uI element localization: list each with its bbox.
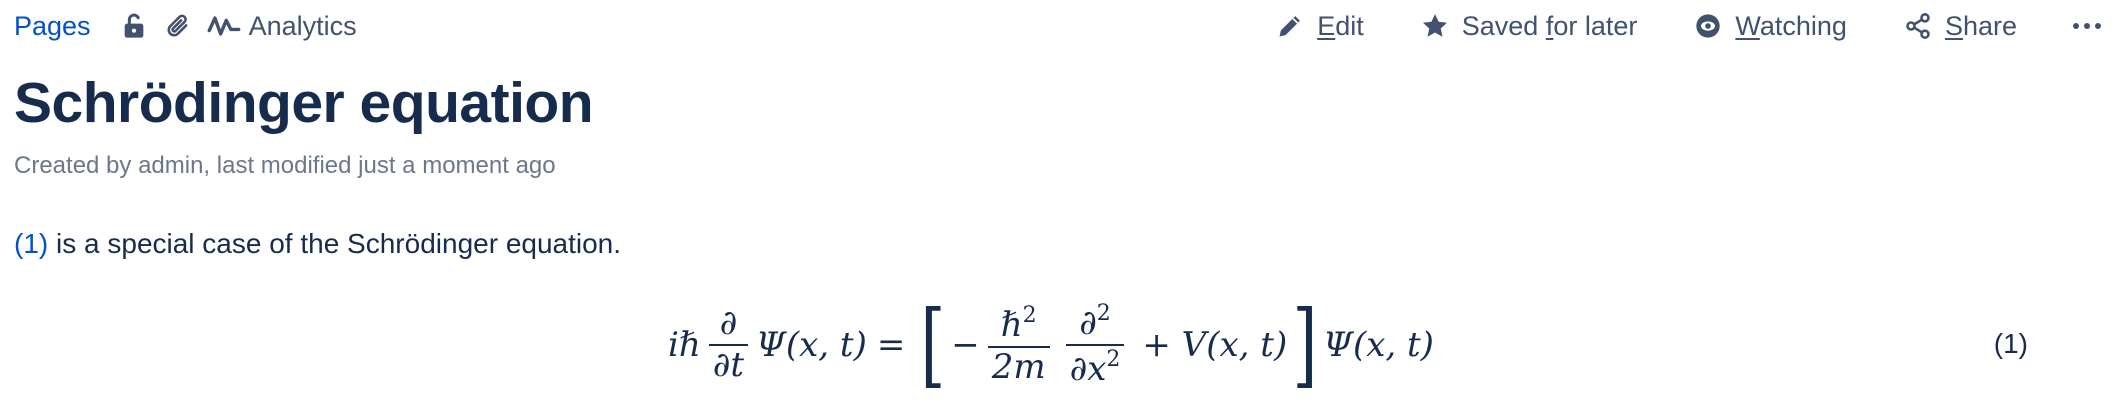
- eq-equals: =: [876, 325, 906, 365]
- equation-reference-link[interactable]: (1): [14, 228, 48, 259]
- eye-icon: [1693, 11, 1723, 41]
- watching-label: Watching: [1735, 10, 1847, 41]
- equation-number: (1): [1993, 328, 2028, 359]
- edit-button[interactable]: Edit: [1275, 11, 1364, 42]
- eq-time-derivative: ∂ ∂t: [708, 306, 749, 383]
- toolbar-left: Pages Analytics: [14, 11, 357, 42]
- paragraph-text: is a special case of the Schrödinger equ…: [48, 228, 622, 259]
- edit-label: Edit: [1317, 10, 1364, 41]
- share-label: Share: [1944, 10, 2017, 41]
- body-paragraph: (1) is a special case of the Schrödinger…: [14, 228, 621, 260]
- attachment-icon[interactable]: [163, 11, 193, 41]
- eq-minus: −: [951, 325, 980, 365]
- saved-for-later-button[interactable]: Saved for later: [1420, 10, 1638, 42]
- eq-potential: + V(x, t): [1142, 325, 1288, 365]
- watching-button[interactable]: Watching: [1693, 11, 1847, 42]
- eq-psi-lhs: Ψ(x, t): [756, 325, 867, 365]
- more-actions-icon[interactable]: [2073, 23, 2106, 29]
- breadcrumb-pages-link[interactable]: Pages: [14, 11, 91, 42]
- share-icon: [1903, 11, 1933, 41]
- toolbar-right: Edit Saved for later Watching Share: [1219, 11, 2106, 42]
- page-toolbar: Pages Analytics Edit Saved for later Wat…: [14, 6, 2106, 46]
- eq-lhs-coefficient: iℏ: [668, 325, 701, 365]
- schrodinger-equation: iℏ ∂ ∂t Ψ(x, t) = [ − ℏ2 2m ∂2 ∂x2 + V(x…: [668, 290, 1434, 400]
- analytics-icon: [207, 16, 240, 36]
- analytics-button[interactable]: Analytics: [207, 11, 357, 42]
- analytics-label: Analytics: [248, 10, 357, 41]
- page: Pages Analytics Edit Saved for later Wat…: [0, 0, 2120, 412]
- eq-left-bracket: [: [920, 291, 946, 398]
- page-metadata: Created by admin, last modified just a m…: [14, 152, 556, 179]
- eq-second-derivative: ∂2 ∂x2: [1065, 302, 1125, 387]
- page-title: Schrödinger equation: [14, 71, 594, 135]
- share-button[interactable]: Share: [1903, 11, 2017, 42]
- pencil-icon: [1275, 11, 1305, 41]
- saved-for-later-label: Saved for later: [1461, 10, 1638, 41]
- star-icon: [1420, 11, 1450, 41]
- eq-hbar-fraction: ℏ2 2m: [987, 304, 1050, 385]
- unlock-icon[interactable]: [119, 11, 149, 41]
- eq-right-bracket: ]: [1292, 291, 1318, 398]
- eq-psi-rhs: Ψ(x, t): [1323, 325, 1434, 365]
